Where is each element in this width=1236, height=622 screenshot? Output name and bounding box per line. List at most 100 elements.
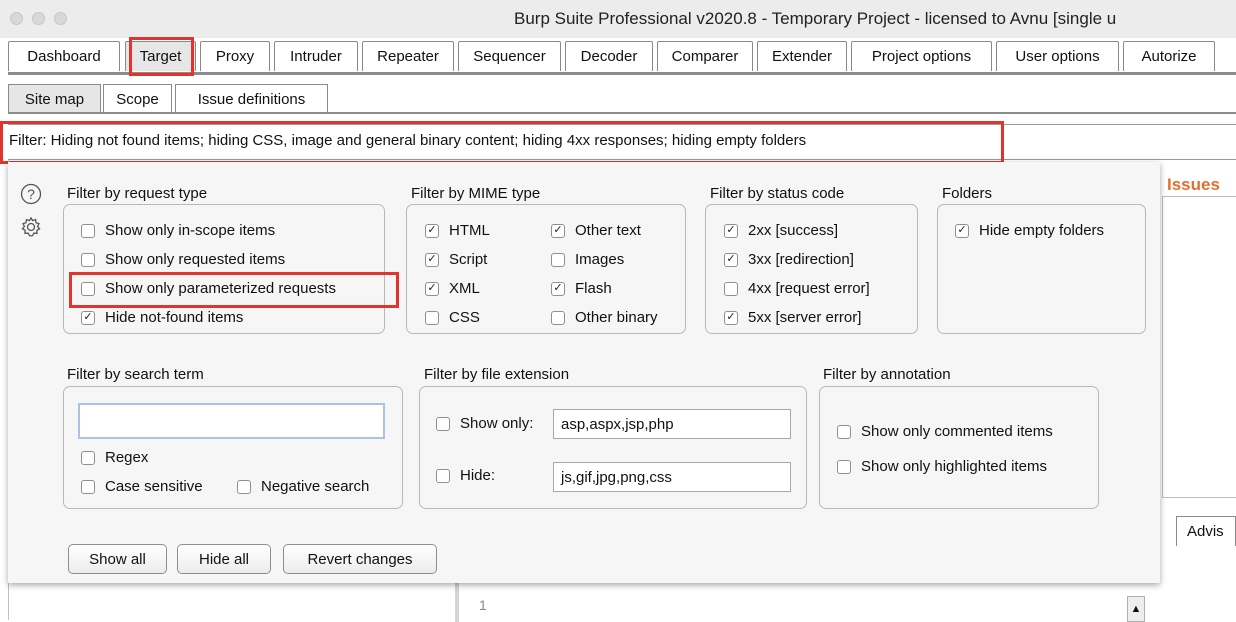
mime-other-binary-option[interactable]: Other binary [551, 309, 658, 326]
file-extension-title: Filter by file extension [424, 366, 570, 383]
status-4xx-option[interactable]: 4xx [request error] [724, 280, 870, 297]
in-scope-checkbox[interactable] [81, 223, 95, 238]
revert-changes-button[interactable]: Revert changes [283, 544, 437, 574]
in-scope-only-option[interactable]: Show only in-scope items [81, 222, 275, 239]
status-5xx-option[interactable]: ✓ 5xx [server error] [724, 309, 861, 326]
negative-search-checkbox[interactable] [237, 479, 251, 494]
tab-comparer[interactable]: Comparer [657, 41, 753, 71]
mime-flash-checkbox[interactable]: ✓ [551, 281, 565, 296]
status-4xx-checkbox[interactable] [724, 281, 738, 296]
mime-type-title: Filter by MIME type [411, 185, 541, 202]
checkmark-icon: ✓ [427, 282, 437, 294]
tab-issue-definitions[interactable]: Issue definitions [175, 84, 328, 113]
status-2xx-checkbox[interactable]: ✓ [724, 223, 738, 238]
close-window-button[interactable] [10, 12, 23, 25]
help-icon[interactable]: ? [20, 183, 42, 209]
tab-site-map[interactable]: Site map [8, 84, 101, 113]
checkmark-icon: ✓ [726, 311, 736, 323]
mime-other-binary-checkbox[interactable] [551, 310, 565, 325]
mime-images-checkbox[interactable] [551, 252, 565, 267]
window-title: Burp Suite Professional v2020.8 - Tempor… [514, 9, 1117, 28]
hide-empty-folders-checkbox[interactable]: ✓ [955, 223, 969, 238]
highlight-target-tab [129, 37, 194, 76]
tab-decoder[interactable]: Decoder [565, 41, 653, 71]
tab-project-options[interactable]: Project options [851, 41, 992, 71]
svg-text:?: ? [27, 186, 35, 202]
mime-css-option[interactable]: CSS [425, 309, 480, 326]
gear-icon[interactable] [20, 216, 42, 242]
negative-search-option[interactable]: Negative search [237, 478, 369, 495]
checkmark-icon: ✓ [427, 253, 437, 265]
mime-css-checkbox[interactable] [425, 310, 439, 325]
line-number: 1 [479, 597, 487, 613]
hide-empty-folders-option[interactable]: ✓ Hide empty folders [955, 222, 1104, 239]
requested-only-option[interactable]: Show only requested items [81, 251, 285, 268]
highlighted-only-checkbox[interactable] [837, 459, 851, 474]
tab-proxy[interactable]: Proxy [200, 41, 270, 71]
highlighted-only-option[interactable]: Show only highlighted items [837, 458, 1047, 475]
checkmark-icon: ✓ [553, 224, 563, 236]
status-3xx-option[interactable]: ✓ 3xx [redirection] [724, 251, 854, 268]
mime-script-option[interactable]: ✓ Script [425, 251, 487, 268]
folders-title: Folders [942, 185, 993, 202]
issues-list [1162, 196, 1236, 498]
subtab-divider [8, 112, 1236, 114]
tab-sequencer[interactable]: Sequencer [458, 41, 561, 71]
status-code-title: Filter by status code [710, 185, 845, 202]
tab-advisory[interactable]: Advis [1176, 516, 1236, 546]
status-5xx-checkbox[interactable]: ✓ [724, 310, 738, 325]
annotation-group [819, 386, 1099, 509]
search-input[interactable] [78, 403, 385, 439]
show-all-button[interactable]: Show all [68, 544, 167, 574]
message-editor[interactable] [455, 582, 1159, 622]
arrow-up-icon[interactable]: ▲ [1127, 596, 1145, 622]
mime-flash-option[interactable]: ✓ Flash [551, 280, 612, 297]
hide-extension-input[interactable]: js,gif,jpg,png,css [553, 462, 791, 492]
status-2xx-option[interactable]: ✓ 2xx [success] [724, 222, 838, 239]
status-3xx-checkbox[interactable]: ✓ [724, 252, 738, 267]
hide-extension-checkbox[interactable] [436, 468, 450, 483]
tab-intruder[interactable]: Intruder [274, 41, 358, 71]
commented-only-option[interactable]: Show only commented items [837, 423, 1053, 440]
checkmark-icon: ✓ [726, 224, 736, 236]
requested-checkbox[interactable] [81, 252, 95, 267]
checkmark-icon: ✓ [726, 253, 736, 265]
mime-other-text-option[interactable]: ✓ Other text [551, 222, 641, 239]
zoom-window-button[interactable] [54, 12, 67, 25]
hide-not-found-checkbox[interactable]: ✓ [81, 310, 95, 325]
mime-xml-checkbox[interactable]: ✓ [425, 281, 439, 296]
show-only-extension-input[interactable]: asp,aspx,jsp,php [553, 409, 791, 439]
filter-popup: ? Filter by request type Show only in-sc… [8, 162, 1160, 583]
search-term-title: Filter by search term [67, 366, 204, 383]
regex-checkbox[interactable] [81, 450, 95, 465]
tab-repeater[interactable]: Repeater [362, 41, 454, 71]
hide-all-button[interactable]: Hide all [177, 544, 271, 574]
issues-heading: Issues [1167, 175, 1220, 194]
highlight-filter-bar [0, 121, 1004, 164]
mime-script-checkbox[interactable]: ✓ [425, 252, 439, 267]
commented-only-checkbox[interactable] [837, 424, 851, 439]
tab-user-options[interactable]: User options [996, 41, 1119, 71]
case-sensitive-checkbox[interactable] [81, 479, 95, 494]
tab-extender[interactable]: Extender [757, 41, 847, 71]
checkmark-icon: ✓ [957, 224, 967, 236]
mime-html-option[interactable]: ✓ HTML [425, 222, 490, 239]
mime-other-text-checkbox[interactable]: ✓ [551, 223, 565, 238]
hide-not-found-option[interactable]: ✓ Hide not-found items [81, 309, 243, 326]
show-only-extension-checkbox[interactable] [436, 416, 450, 431]
mime-html-checkbox[interactable]: ✓ [425, 223, 439, 238]
tab-scope[interactable]: Scope [103, 84, 172, 113]
regex-option[interactable]: Regex [81, 449, 148, 466]
tab-autorize[interactable]: Autorize [1123, 41, 1215, 71]
hide-extension-option[interactable]: Hide: [436, 467, 495, 484]
checkmark-icon: ✓ [427, 224, 437, 236]
case-sensitive-option[interactable]: Case sensitive [81, 478, 203, 495]
annotation-title: Filter by annotation [823, 366, 951, 383]
request-type-title: Filter by request type [67, 185, 208, 202]
tab-dashboard[interactable]: Dashboard [8, 41, 120, 71]
minimize-window-button[interactable] [32, 12, 45, 25]
mime-images-option[interactable]: Images [551, 251, 624, 268]
mime-xml-option[interactable]: ✓ XML [425, 280, 480, 297]
highlight-parameterized [69, 272, 399, 308]
show-only-extension-option[interactable]: Show only: [436, 415, 533, 432]
